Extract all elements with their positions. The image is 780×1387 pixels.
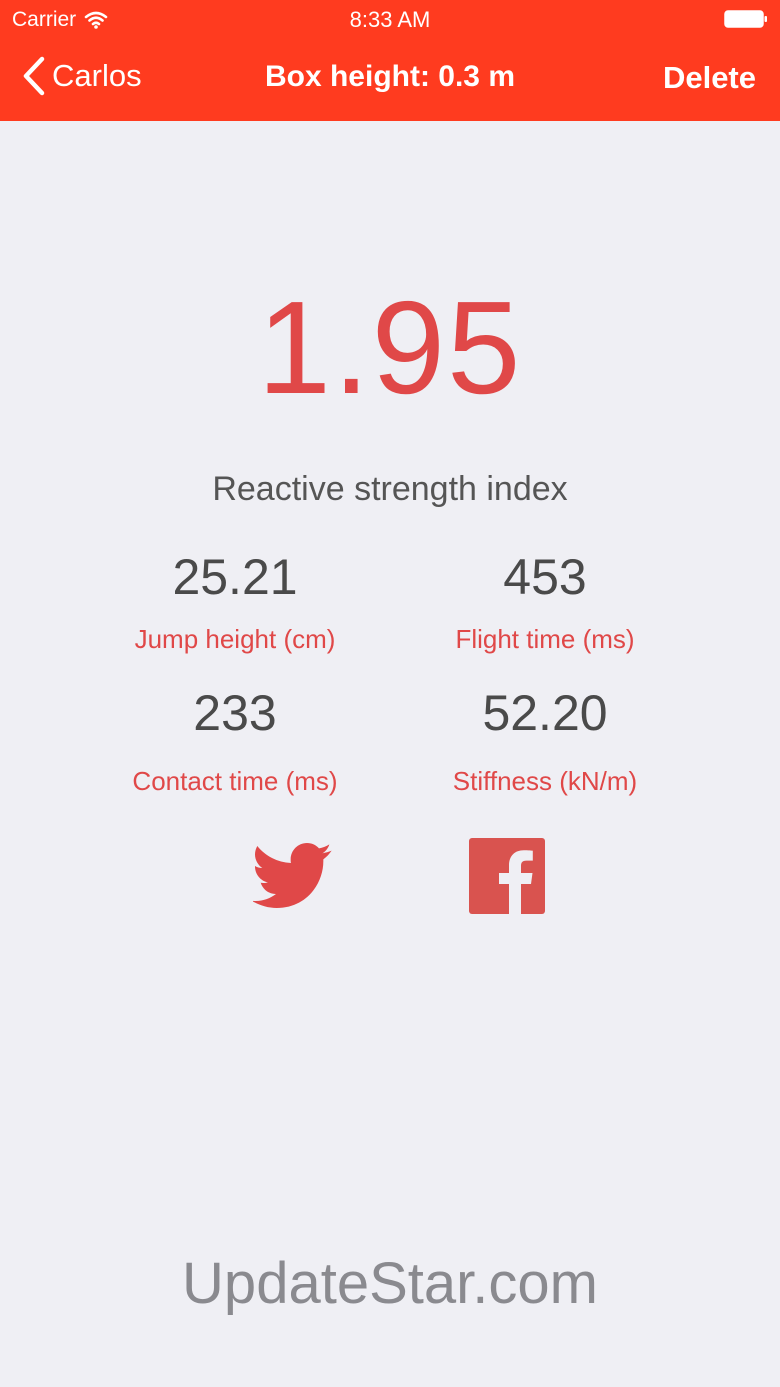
metric-value: 52.20 — [482, 685, 608, 741]
metric-label: Flight time (ms) — [455, 624, 635, 654]
metric-label: Jump height (cm) — [134, 624, 336, 654]
watermark-text: UpdateStar.com — [182, 1251, 598, 1316]
metric-value: 453 — [503, 549, 587, 605]
metric-value: 25.21 — [172, 549, 298, 605]
metric-label: Contact time (ms) — [132, 766, 338, 796]
rsi-value: 1.95 — [257, 274, 523, 421]
metric-flight-time: 453 Flight time (ms) — [385, 552, 705, 655]
status-time: 8:33 AM — [349, 7, 431, 32]
battery-icon — [724, 10, 767, 28]
metric-contact-time: 233 Contact time (ms) — [75, 688, 395, 797]
delete-button[interactable]: Delete — [663, 60, 756, 96]
metric-stiffness: 52.20 Stiffness (kN/m) — [385, 688, 705, 797]
navigation-bar: Carrier 8:33 AM Carlos Box height: 0.3 m… — [0, 0, 780, 121]
metric-value: 233 — [193, 685, 277, 741]
metric-jump-height: 25.21 Jump height (cm) — [75, 552, 395, 655]
twitter-icon[interactable] — [253, 842, 333, 910]
facebook-icon[interactable] — [469, 838, 545, 914]
metric-label: Stiffness (kN/m) — [452, 766, 638, 796]
rsi-label: Reactive strength index — [212, 470, 568, 508]
